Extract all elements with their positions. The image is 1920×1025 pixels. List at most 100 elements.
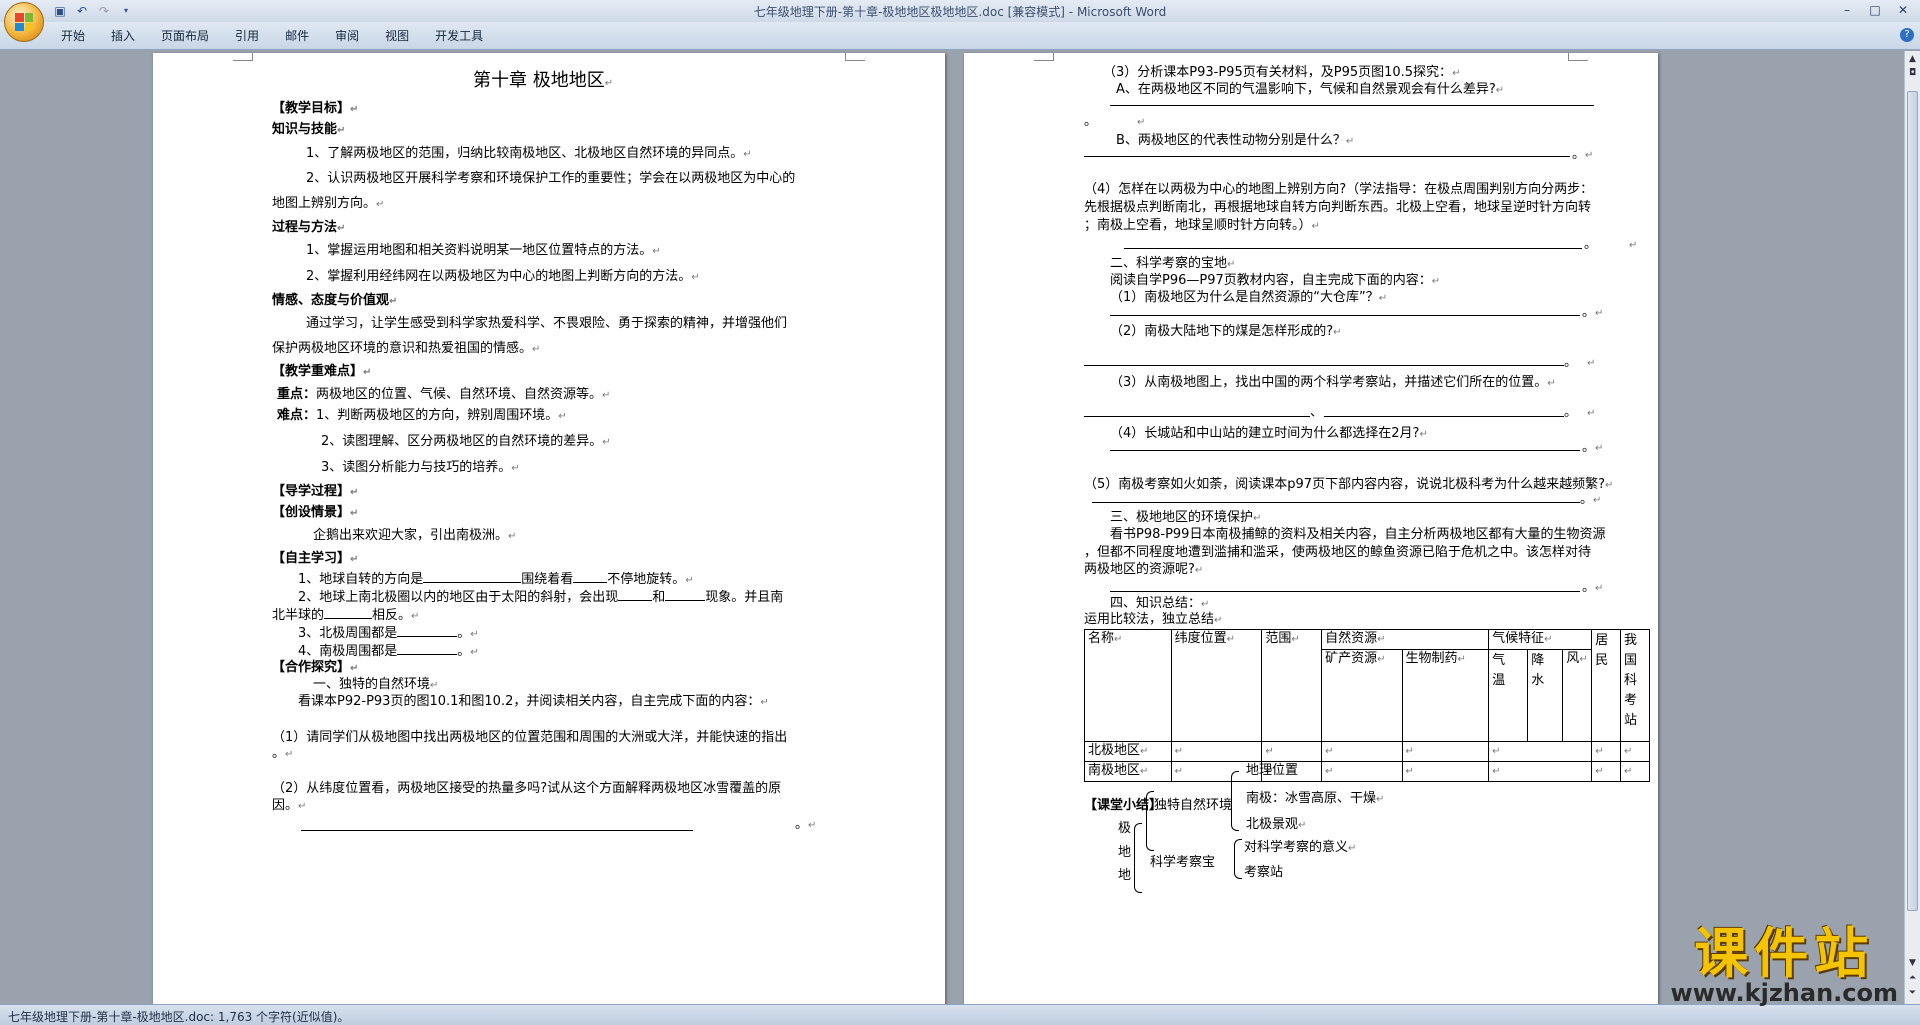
ruler-toggle-icon[interactable]: ◘ <box>1906 67 1919 80</box>
paragraph: 。↵ <box>1582 440 1604 455</box>
heading: 【导学过程】↵ <box>272 484 359 499</box>
table-header-cell: 生物制药↵ <box>1401 649 1490 742</box>
paragraph: （2）南极大陆地下的煤是怎样形成的?↵ <box>1110 324 1342 339</box>
minimize-icon[interactable]: – <box>1834 1 1860 19</box>
paragraph: 。↵ <box>1580 492 1602 507</box>
paragraph: 。↵ <box>1582 580 1604 595</box>
status-bar: 七年级地理下册-第十章-极地地区.doc: 1,763 个字符(近似值)。 <box>0 1004 1920 1025</box>
scroll-down-icon[interactable]: ▼ <box>1906 957 1919 970</box>
help-icon[interactable]: ? <box>1900 28 1914 42</box>
tab-developer[interactable]: 开发工具 <box>422 27 496 45</box>
tab-review[interactable]: 审阅 <box>322 27 372 45</box>
paragraph: 先根据极点判断南北，再根据地球自转方向判断东西。北极上空看，地球呈逆时针方向转 <box>1084 200 1592 215</box>
tab-mailings[interactable]: 邮件 <box>272 27 322 45</box>
close-icon[interactable]: ✕ <box>1890 1 1916 19</box>
answer-line <box>1124 248 1582 249</box>
answer-line <box>1110 591 1580 592</box>
paragraph: 1、了解两极地区的范围，归纳比较南极地区、北极地区自然环境的异同点。↵ <box>306 146 752 161</box>
table-header-cell: 降水 <box>1527 649 1564 742</box>
table-cell[interactable]: ↵ <box>1170 741 1263 762</box>
tab-references[interactable]: 引用 <box>222 27 272 45</box>
answer-line <box>1084 156 1570 157</box>
customize-toolbar-icon[interactable]: ▾ <box>118 3 134 19</box>
app-name: - Microsoft Word <box>1064 5 1167 19</box>
paragraph: 保护两极地区环境的意识和热爱祖国的情感。↵ <box>272 341 541 356</box>
status-text: 七年级地理下册-第十章-极地地区.doc: 1,763 个字符(近似值)。 <box>8 1010 350 1024</box>
tab-home[interactable]: 开始 <box>48 27 98 45</box>
paragraph: 3、北极周围都是 。↵ <box>298 626 479 641</box>
paragraph: 。↵ <box>795 817 817 832</box>
summary-item: 对科学考察的意义↵ <box>1244 840 1357 855</box>
tab-view[interactable]: 视图 <box>372 27 422 45</box>
bracket <box>1234 839 1242 879</box>
bracket <box>1134 823 1142 893</box>
heading: 【自主学习】↵ <box>272 551 359 566</box>
office-button[interactable] <box>4 2 44 42</box>
redo-icon[interactable]: ↷ <box>96 3 112 19</box>
table-cell[interactable]: ↵ <box>1620 761 1650 782</box>
summary-item: 考察站 <box>1244 865 1284 880</box>
answer-line <box>1324 416 1564 417</box>
summary-item: 地 <box>1118 845 1132 860</box>
paragraph: 4、南极周围都是 。↵ <box>298 644 479 659</box>
table-cell[interactable]: 南极地区↵ <box>1084 761 1172 782</box>
crop-mark <box>233 53 253 61</box>
table-cell[interactable]: ↵ <box>1620 741 1650 762</box>
document-name: 七年级地理下册-第十章-极地地区极地地区.doc [兼容模式] <box>753 5 1065 19</box>
paragraph: 北半球的 相反。↵ <box>272 608 420 623</box>
paragraph: （1）南极地区为什么是自然资源的“大仓库”？↵ <box>1110 290 1388 305</box>
table-cell[interactable]: ↵ <box>1321 761 1403 782</box>
title-bar: 七年级地理下册-第十章-极地地区极地地区.doc [兼容模式] - Micros… <box>0 0 1920 22</box>
summary-item: 独特自然环境 <box>1154 798 1233 813</box>
table-cell[interactable]: ↵ <box>1321 741 1403 762</box>
paragraph: （4）长城站和中山站的建立时间为什么都选择在2月?↵ <box>1110 426 1428 441</box>
table-cell[interactable]: ↵ <box>1488 761 1593 782</box>
paragraph: 。↵ <box>272 746 294 761</box>
table-cell[interactable]: ↵ <box>1488 741 1593 762</box>
chapter-title: 第十章 极地地区↵ <box>473 70 614 91</box>
document-page-1[interactable]: 第十章 极地地区↵ 【教学目标】↵ 知识与技能↵ 1、了解两极地区的范围，归纳比… <box>153 53 945 1004</box>
paragraph: 1、掌握运用地图和相关资料说明某一地区位置特点的方法。↵ <box>306 243 661 258</box>
table-header-cell: 矿产资源↵ <box>1321 649 1403 742</box>
watermark-text: 课件站 <box>1694 921 1875 985</box>
paragraph: 企鹅出来欢迎大家，引出南极洲。↵ <box>313 528 517 543</box>
window-title: 七年级地理下册-第十章-极地地区极地地区.doc [兼容模式] - Micros… <box>0 3 1920 20</box>
table-cell[interactable]: ↵ <box>1261 741 1323 762</box>
window-controls: – □ ✕ <box>1834 1 1916 19</box>
document-page-2[interactable]: （3）分析课本P93-P95页有关材料，及P95页图10.5探究：↵ A、在两极… <box>964 53 1658 1004</box>
table-cell[interactable]: ↵ <box>1591 761 1622 782</box>
table-cell[interactable]: ↵ <box>1591 741 1622 762</box>
paragraph: 。↵ <box>1564 355 1596 370</box>
maximize-icon[interactable]: □ <box>1862 1 1888 19</box>
next-page-icon[interactable]: ⏷ <box>1906 987 1919 1000</box>
undo-icon[interactable]: ↶ <box>74 3 90 19</box>
office-logo-icon <box>15 13 33 31</box>
answer-line <box>1110 315 1580 316</box>
table-header-cell: 纬度位置↵ <box>1170 629 1263 742</box>
tab-insert[interactable]: 插入 <box>98 27 148 45</box>
previous-page-icon[interactable]: ⏶ <box>1906 972 1919 985</box>
save-icon[interactable]: ▣ <box>52 3 68 19</box>
table-row: 南极地区↵ ↵ ↵ ↵ ↵ ↵ ↵ ↵ <box>1084 761 1650 782</box>
paragraph: （3）从南极地图上，找出中国的两个科学考察站，并描述它们所在的位置。↵ <box>1110 375 1556 390</box>
table-cell[interactable]: ↵ <box>1401 761 1490 782</box>
scroll-up-icon[interactable]: ▲ <box>1906 53 1919 66</box>
table-header-cell: 名称↵ <box>1084 629 1172 742</box>
watermark-url: www.kjzhan.com <box>1670 979 1898 1007</box>
tab-page-layout[interactable]: 页面布局 <box>148 27 222 45</box>
section-heading: 二、科学考察的宝地↵ <box>1110 256 1236 271</box>
summary-item: 南极：冰雪高原、干燥↵ <box>1246 791 1385 806</box>
quick-access-toolbar: ▣ ↶ ↷ ▾ <box>52 3 134 19</box>
paragraph: 3、读图分析能力与技巧的培养。↵ <box>321 460 520 475</box>
table-cell[interactable]: ↵ <box>1401 741 1490 762</box>
scrollbar-thumb[interactable] <box>1907 91 1918 911</box>
paragraph: 2、地球上南北极圈以内的地区由于太阳的斜射，会出现和现象。并且南 <box>298 590 784 605</box>
paragraph: 、 <box>1310 405 1324 420</box>
table-header-cell: 气候特征↵ <box>1488 629 1593 650</box>
paragraph: 难点：1、判断两极地区的方向，辨别周围环境。↵ <box>277 408 567 423</box>
paragraph: 地图上辨别方向。↵ <box>272 196 385 211</box>
table-cell[interactable]: 北极地区↵ <box>1084 741 1172 762</box>
paragraph: 通过学习，让学生感受到科学家热爱科学、不畏艰险、勇于探索的精神，并增强他们 <box>306 316 788 331</box>
vertical-scrollbar[interactable]: ▲ ◘ ▼ ⏶ ⏷ <box>1904 51 1920 1004</box>
crop-mark <box>1034 53 1054 61</box>
